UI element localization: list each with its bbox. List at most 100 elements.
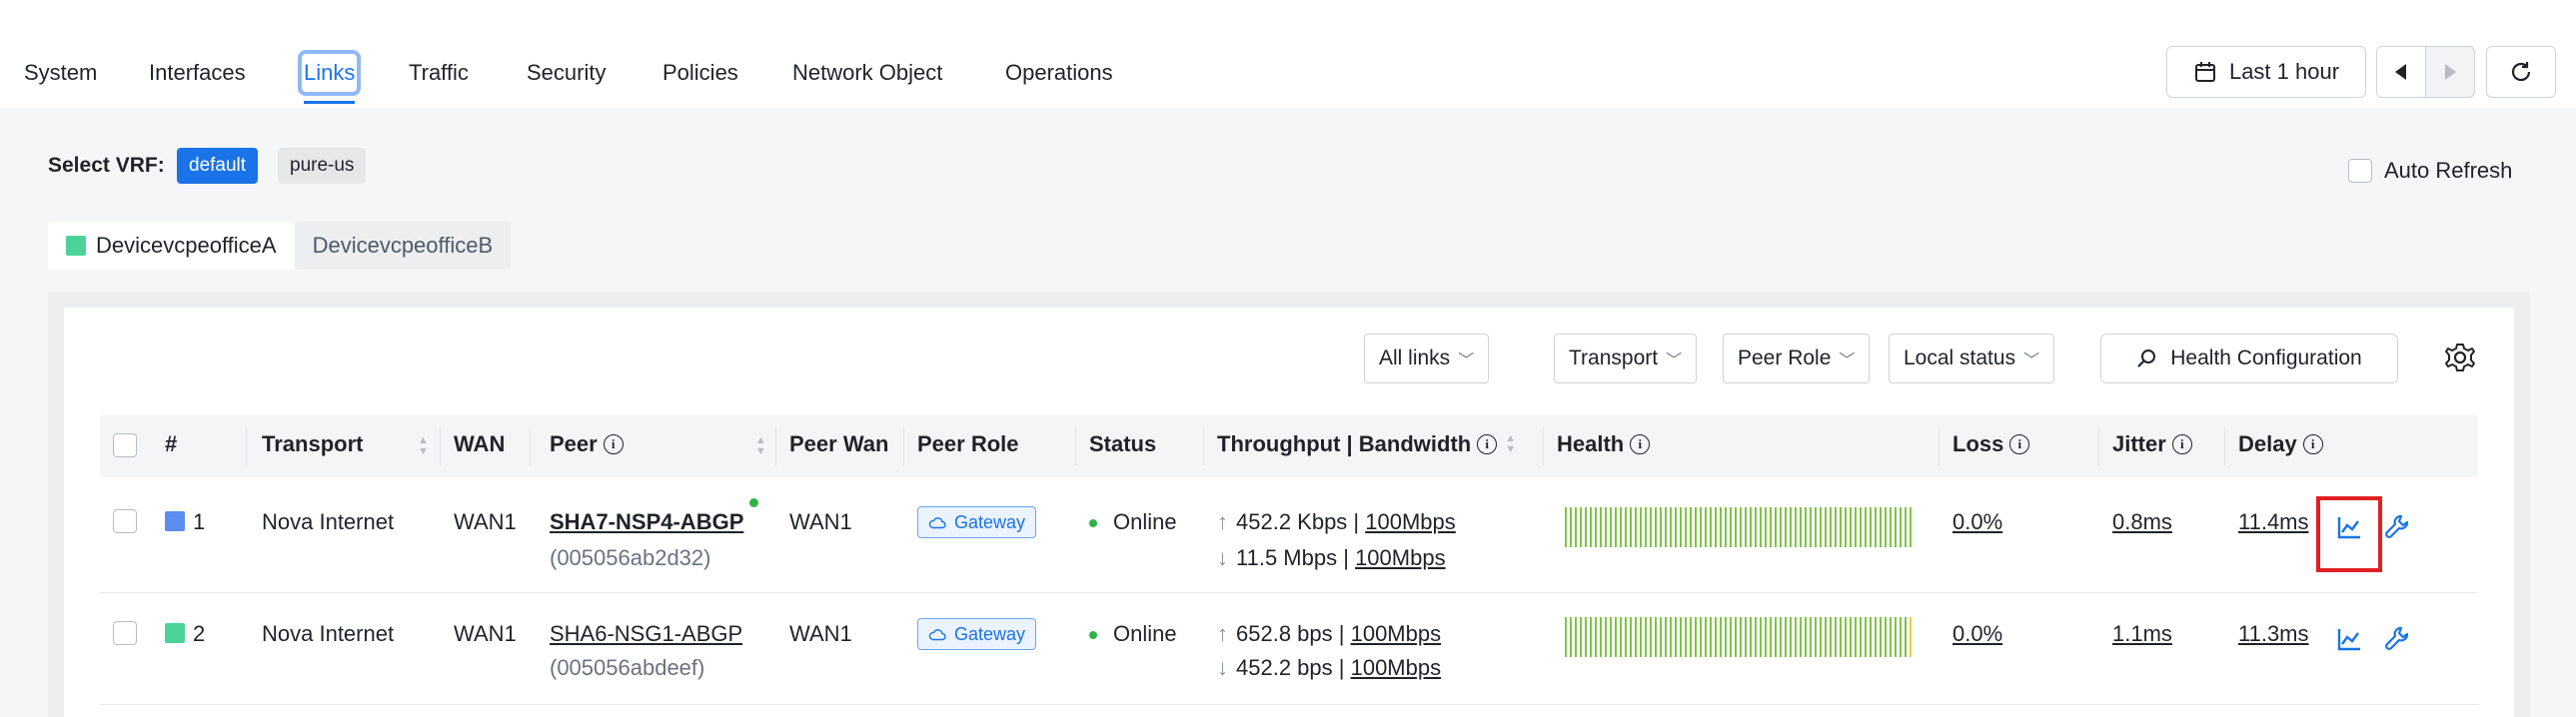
- header-loss-label: Loss: [1952, 431, 2004, 456]
- health-segment: [1565, 617, 1567, 657]
- row-peer-link[interactable]: SHA7-NSP4-ABGP: [550, 509, 743, 535]
- info-icon[interactable]: i: [2171, 434, 2192, 454]
- row-peer-link[interactable]: SHA6-NSG1-ABGP: [550, 621, 742, 647]
- vrf-option-pure-us[interactable]: pure-us: [278, 148, 367, 184]
- health-segment: [1760, 617, 1762, 657]
- health-segment: [1885, 507, 1887, 547]
- header-peer[interactable]: Peer i: [550, 431, 624, 457]
- header-transport[interactable]: Transport: [262, 431, 363, 457]
- bandwidth-up-link[interactable]: 100Mbps: [1351, 621, 1442, 646]
- arrow-up-icon: ↑: [1217, 621, 1228, 646]
- health-segment: [1740, 617, 1742, 657]
- health-segment: [1720, 507, 1722, 547]
- tab-security[interactable]: Security: [527, 56, 606, 90]
- health-bar[interactable]: [1565, 617, 1921, 657]
- health-configuration-button[interactable]: Health Configuration: [2100, 334, 2398, 383]
- health-segment: [1790, 507, 1792, 547]
- health-segment: [1805, 617, 1807, 657]
- column-separator: [1938, 427, 1939, 465]
- health-segment: [1885, 617, 1887, 657]
- tab-interfaces[interactable]: Interfaces: [149, 56, 246, 90]
- chart-icon[interactable]: [2334, 624, 2364, 654]
- health-segment: [1715, 617, 1717, 657]
- info-icon[interactable]: i: [1630, 434, 1651, 454]
- health-segment: [1685, 617, 1687, 657]
- bandwidth-down-link[interactable]: 100Mbps: [1351, 655, 1442, 680]
- health-segment: [1900, 617, 1902, 657]
- gear-icon[interactable]: [2442, 340, 2478, 375]
- header-peer-wan: Peer Wan: [789, 431, 889, 456]
- row-loss[interactable]: 0.0%: [1952, 621, 2002, 647]
- bandwidth-down-link[interactable]: 100Mbps: [1355, 545, 1446, 570]
- select-all-checkbox[interactable]: [113, 433, 137, 457]
- health-segment: [1780, 507, 1782, 547]
- info-icon[interactable]: i: [603, 434, 624, 454]
- row-loss[interactable]: 0.0%: [1952, 509, 2002, 535]
- health-segment: [1615, 507, 1617, 547]
- tab-network-object[interactable]: Network Object: [792, 56, 942, 90]
- header-health-label: Health: [1557, 431, 1625, 456]
- row-checkbox[interactable]: [113, 621, 137, 645]
- health-segment: [1645, 507, 1647, 547]
- auto-refresh[interactable]: Auto Refresh: [2348, 158, 2512, 184]
- header-delay: Delay i: [2238, 431, 2323, 457]
- health-segment: [1620, 617, 1622, 657]
- health-segment: [1710, 507, 1712, 547]
- transport-filter[interactable]: Transport ﹀: [1554, 334, 1698, 383]
- row-jitter[interactable]: 0.8ms: [2112, 509, 2172, 535]
- table-row[interactable]: [100, 595, 2478, 705]
- tab-links[interactable]: Links: [297, 50, 362, 104]
- row-peer-wan: WAN1: [789, 621, 852, 646]
- tab-traffic[interactable]: Traffic: [409, 56, 469, 90]
- health-segment: [1815, 617, 1817, 657]
- health-segment: [1870, 617, 1872, 657]
- health-segment: [1770, 617, 1772, 657]
- header-jitter: Jitter i: [2112, 431, 2192, 457]
- peer-role-filter-label: Peer Role: [1738, 347, 1832, 369]
- health-segment: [1775, 617, 1777, 657]
- info-icon[interactable]: i: [2302, 434, 2323, 454]
- sort-icon[interactable]: ▲ ▼: [1505, 433, 1516, 455]
- health-segment: [1665, 507, 1667, 547]
- row-checkbox[interactable]: [113, 509, 137, 533]
- row-jitter[interactable]: 1.1ms: [2112, 621, 2172, 647]
- health-segment: [1840, 507, 1842, 547]
- health-segment: [1645, 617, 1647, 657]
- next-button[interactable]: [2425, 46, 2475, 98]
- tab-operations[interactable]: Operations: [1005, 56, 1113, 90]
- health-bar[interactable]: [1565, 507, 1921, 547]
- column-separator: [2098, 427, 2099, 465]
- tab-policies[interactable]: Policies: [662, 56, 738, 90]
- row-throughput-up: ↑ 452.2 Kbps | 100Mbps: [1217, 509, 1456, 534]
- device-tab-a[interactable]: DevicevcpeofficeA: [48, 222, 295, 270]
- wrench-icon[interactable]: [2382, 512, 2412, 542]
- health-segment: [1895, 507, 1897, 547]
- auto-refresh-checkbox[interactable]: [2348, 159, 2372, 183]
- prev-button[interactable]: [2376, 46, 2426, 98]
- refresh-button[interactable]: [2486, 46, 2556, 98]
- bandwidth-up-link[interactable]: 100Mbps: [1365, 509, 1456, 534]
- row-delay[interactable]: 11.3ms: [2238, 621, 2309, 647]
- header-throughput[interactable]: Throughput | Bandwidth i ▲ ▼: [1217, 431, 1516, 457]
- peer-role-filter[interactable]: Peer Role ﹀: [1723, 334, 1871, 383]
- info-icon[interactable]: i: [1477, 434, 1498, 454]
- wrench-icon[interactable]: [2382, 624, 2412, 654]
- tab-system[interactable]: System: [24, 56, 97, 90]
- vrf-option-default[interactable]: default: [177, 148, 259, 184]
- local-status-filter[interactable]: Local status ﹀: [1889, 334, 2055, 383]
- health-segment: [1855, 617, 1857, 657]
- health-segment: [1660, 507, 1662, 547]
- info-icon[interactable]: i: [2009, 434, 2030, 454]
- sort-icon[interactable]: ▲ ▼: [755, 435, 766, 457]
- highlight-box: [2316, 496, 2382, 572]
- health-segment: [1750, 507, 1752, 547]
- sort-icon[interactable]: ▲ ▼: [418, 435, 429, 457]
- health-segment: [1890, 617, 1892, 657]
- status-dot: [1089, 519, 1097, 528]
- health-segment: [1760, 507, 1762, 547]
- device-tab-b[interactable]: DevicevcpeofficeB: [294, 222, 512, 270]
- row-delay[interactable]: 11.4ms: [2238, 509, 2309, 535]
- time-range-button[interactable]: Last 1 hour: [2166, 46, 2366, 98]
- all-links-filter[interactable]: All links ﹀: [1364, 334, 1490, 383]
- table-row[interactable]: [100, 485, 2478, 593]
